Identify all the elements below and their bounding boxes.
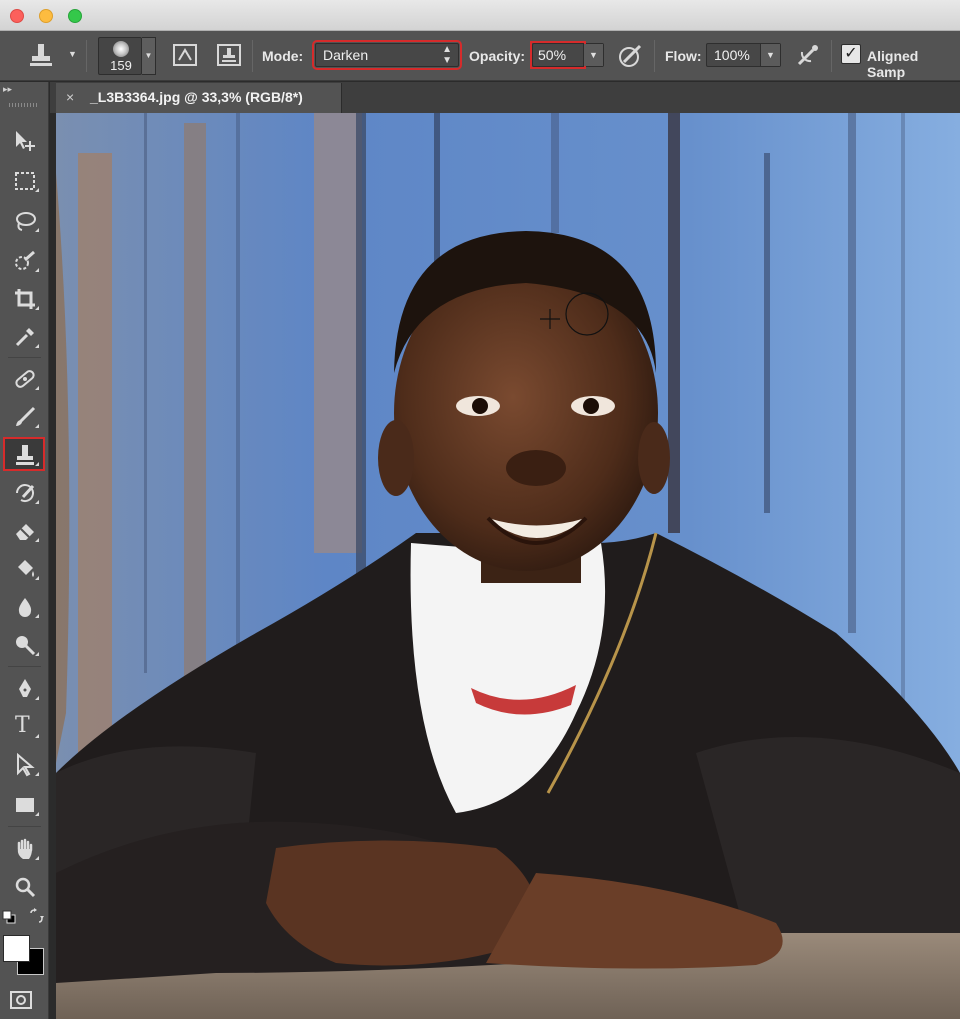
mode-select[interactable]: Darken ▲ ▼: [312, 40, 462, 70]
opacity-label: Opacity:: [469, 48, 526, 64]
crop-icon: [15, 289, 35, 309]
lasso-tool[interactable]: [4, 204, 44, 236]
magnifier-icon: [15, 877, 36, 898]
toggle-brush-panel-button[interactable]: [170, 40, 200, 70]
rectangle-tool[interactable]: [4, 788, 44, 820]
marquee-tool[interactable]: [4, 164, 44, 196]
blur-drop-icon: [18, 598, 32, 617]
clone-source-icon: [217, 44, 241, 66]
eyedropper-tool[interactable]: [4, 320, 44, 352]
mode-value: Darken: [323, 47, 369, 63]
brush-preset-picker[interactable]: 159: [98, 37, 142, 75]
hand-icon: [17, 838, 33, 859]
document-tab[interactable]: × _L3B3364.jpg @ 33,3% (RGB/8*): [56, 83, 342, 113]
eraser-icon: [16, 524, 34, 540]
eyedropper-icon: [15, 328, 34, 347]
close-window-button[interactable]: [10, 9, 24, 23]
panel-grip[interactable]: [9, 103, 39, 107]
window-titlebar: [0, 0, 960, 31]
flow-label: Flow:: [665, 48, 702, 64]
path-selection-arrow-icon: [17, 753, 35, 777]
hand-tool[interactable]: [4, 832, 44, 864]
pen-tool[interactable]: [4, 672, 44, 704]
updown-arrows-icon: ▲ ▼: [442, 44, 452, 66]
pressure-pen-icon: [619, 44, 642, 67]
swap-arrows-icon: [30, 908, 44, 923]
history-brush-icon: [16, 484, 35, 503]
quick-selection-tool[interactable]: [4, 244, 44, 276]
flow-field[interactable]: 100% ▼: [706, 43, 781, 67]
brush-panel-icon: [173, 44, 197, 66]
flow-value[interactable]: 100%: [714, 47, 750, 63]
toggle-clone-source-panel-button[interactable]: [214, 40, 244, 70]
minimize-window-button[interactable]: [39, 9, 53, 23]
move-icon: [16, 131, 35, 151]
opacity-value[interactable]: 50%: [530, 41, 586, 69]
collapse-panel-icon[interactable]: ▸▸: [3, 84, 12, 95]
move-tool[interactable]: [4, 124, 44, 156]
quick-selection-icon: [15, 250, 35, 270]
quick-mask-button[interactable]: [9, 990, 33, 1010]
type-icon: T: [15, 713, 30, 738]
brush-picker-arrow[interactable]: ▼: [142, 37, 156, 75]
rectangle-shape-icon: [16, 798, 34, 812]
brush-size-value: 159: [110, 58, 132, 73]
chevron-down-icon[interactable]: ▼: [760, 44, 780, 66]
blur-tool[interactable]: [4, 590, 44, 622]
rectangular-marquee-icon: [15, 172, 35, 190]
airbrush-button[interactable]: [793, 40, 823, 70]
zoom-tool[interactable]: [4, 870, 44, 902]
zoom-window-button[interactable]: [68, 9, 82, 23]
paint-bucket-icon: [18, 560, 34, 577]
foreground-color-swatch[interactable]: [3, 935, 30, 962]
tools-panel: ▸▸ T: [0, 82, 49, 1019]
opacity-field[interactable]: 50% ▼: [530, 41, 604, 69]
default-colors-button[interactable]: [2, 910, 16, 924]
options-bar: ▼ 159 ▼ Mode: Darken ▲▼ Opacity: 50% ▼: [0, 31, 960, 81]
dodge-icon: [16, 636, 36, 656]
chevron-down-icon[interactable]: ▼: [68, 49, 77, 59]
pen-nib-icon: [19, 679, 31, 697]
path-selection-tool[interactable]: [4, 748, 44, 780]
dodge-tool[interactable]: [4, 628, 44, 660]
brush-icon: [16, 406, 36, 426]
document-canvas[interactable]: [56, 113, 960, 1019]
type-tool[interactable]: T: [4, 710, 44, 742]
clone-stamp-tool[interactable]: [3, 437, 45, 471]
swap-colors-button[interactable]: [28, 908, 44, 924]
brush-tip-icon: [113, 41, 129, 57]
spot-healing-bandage-icon: [15, 370, 35, 388]
clone-stamp-icon: [30, 44, 52, 66]
aligned-label: Aligned Samp: [867, 48, 919, 80]
airbrush-icon: [797, 45, 818, 66]
paint-bucket-tool[interactable]: [4, 552, 44, 584]
mode-label: Mode:: [262, 48, 304, 64]
crop-tool[interactable]: [4, 282, 44, 314]
document-tab-title: _L3B3364.jpg @ 33,3% (RGB/8*): [90, 89, 303, 105]
photo-image: [56, 113, 960, 1019]
chevron-down-icon[interactable]: ▼: [583, 44, 603, 66]
eraser-tool[interactable]: [4, 514, 44, 546]
default-colors-icon: [2, 910, 16, 924]
history-brush-tool[interactable]: [4, 476, 44, 508]
pressure-opacity-button[interactable]: [616, 40, 646, 70]
quick-mask-icon: [10, 991, 32, 1009]
aligned-checkbox[interactable]: ✓: [841, 44, 861, 64]
clone-stamp-icon: [16, 445, 34, 465]
spot-healing-tool[interactable]: [4, 362, 44, 394]
lasso-icon: [16, 212, 36, 231]
tool-preset-picker[interactable]: [26, 40, 56, 70]
close-tab-icon[interactable]: ×: [66, 89, 74, 105]
brush-tool[interactable]: [4, 400, 44, 432]
